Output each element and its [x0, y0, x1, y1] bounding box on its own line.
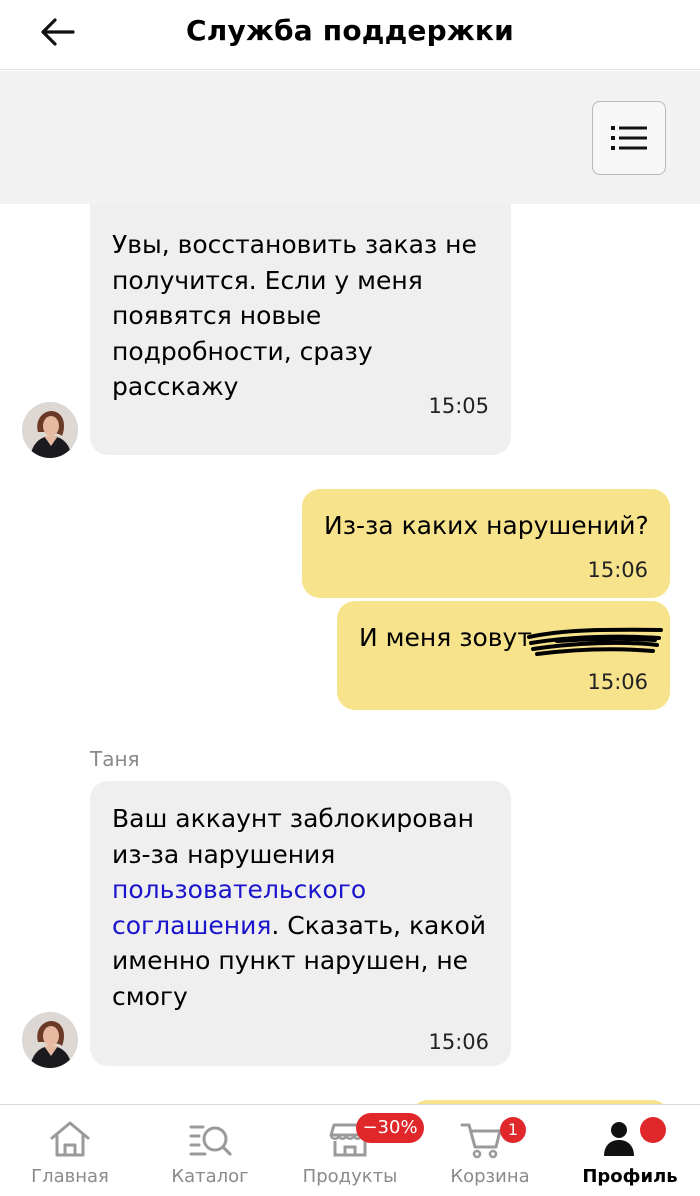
message-time: 15:06 [587, 670, 648, 694]
bottom-navigation: Главная Каталог −30% Продукты 1 Корзина [0, 1104, 700, 1196]
redaction-scribble [527, 627, 663, 656]
message-time: 15:05 [428, 394, 489, 418]
header: Служба поддержки [0, 0, 700, 70]
chat-message-list[interactable]: Увы, восстановить заказ не получится. Ес… [0, 204, 700, 1104]
nav-label: Продукты [302, 1166, 398, 1187]
outgoing-message: И меня зовут 15:06 [337, 601, 670, 710]
message-time: 15:06 [587, 558, 648, 582]
avatar [22, 1012, 78, 1068]
nav-label: Каталог [171, 1166, 249, 1187]
message-time: 15:06 [428, 1030, 489, 1054]
catalog-search-icon [189, 1125, 232, 1156]
discount-badge: −30% [356, 1113, 424, 1143]
nav-item-profile[interactable]: Профиль [560, 1105, 700, 1196]
page-title: Служба поддержки [186, 14, 514, 47]
nav-item-catalog[interactable]: Каталог [140, 1105, 280, 1196]
avatar [22, 402, 78, 458]
sender-name: Таня [90, 747, 140, 771]
list-menu-icon [611, 126, 647, 150]
nav-item-home[interactable]: Главная [0, 1105, 140, 1196]
message-text: Увы, восстановить заказ не получится. Ес… [112, 230, 477, 401]
nav-label: Профиль [582, 1166, 678, 1187]
notification-dot [640, 1117, 666, 1143]
incoming-message: Увы, восстановить заказ не получится. Ес… [90, 204, 511, 455]
incoming-message: Ваш аккаунт заблокирован из-за нарушения… [90, 781, 511, 1066]
outgoing-message: Из-за каких нарушений? 15:06 [302, 489, 670, 598]
nav-item-products[interactable]: −30% Продукты [280, 1105, 424, 1196]
message-text: И меня зовут [359, 623, 532, 652]
cart-count-badge: 1 [500, 1117, 526, 1143]
message-text: Ваш аккаунт заблокирован из-за нарушения… [112, 801, 492, 1014]
menu-button[interactable] [592, 101, 666, 175]
chat-toolbar [0, 71, 700, 204]
nav-label: Главная [31, 1166, 109, 1187]
nav-item-cart[interactable]: 1 Корзина [420, 1105, 560, 1196]
message-text-part: Ваш аккаунт заблокирован из-за нарушения [112, 804, 474, 869]
home-icon [50, 1121, 90, 1157]
message-text: Из-за каких нарушений? [324, 511, 649, 540]
nav-label: Корзина [450, 1166, 530, 1187]
cart-icon [460, 1123, 502, 1159]
